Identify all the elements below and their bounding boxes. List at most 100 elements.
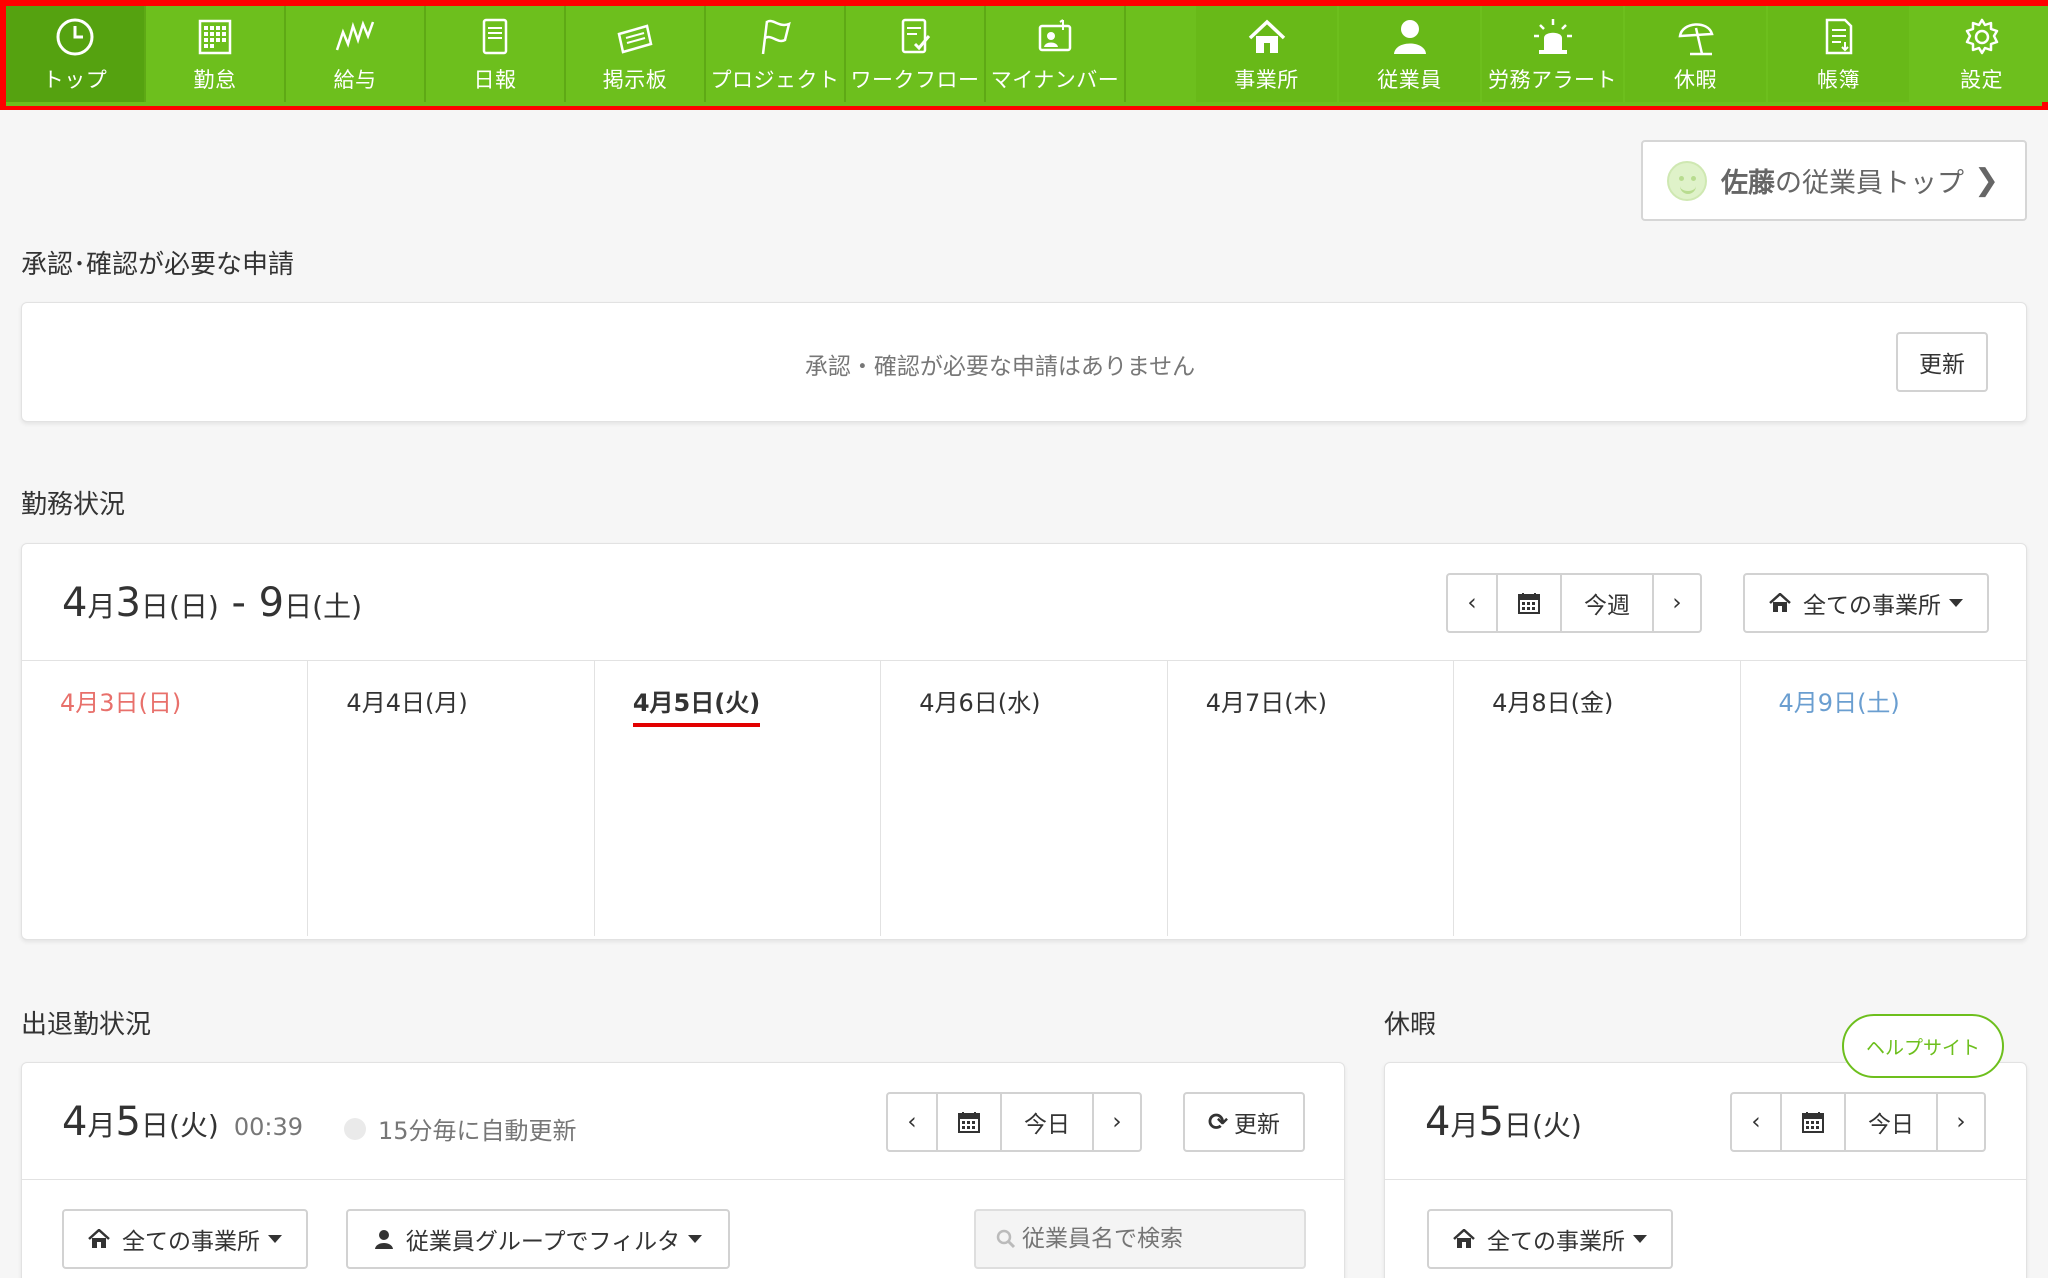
prev-day-button[interactable]: ‹ <box>888 1094 938 1150</box>
day-column[interactable]: 4月9日(土) <box>1741 661 2026 936</box>
caret-down-icon <box>688 1235 703 1243</box>
nav-item-workflow[interactable]: ワークフロー <box>846 6 986 102</box>
work-status-office-dropdown[interactable]: 全ての事業所 <box>1743 573 1989 633</box>
chevron-left-icon: ‹ <box>907 1109 917 1135</box>
id-card-icon <box>1038 19 1072 52</box>
person-icon <box>1393 20 1426 54</box>
day-calendar-button[interactable] <box>938 1094 1002 1150</box>
leave-date-title: 4月5日(火) <box>1425 1099 1582 1145</box>
alarm-light-icon <box>1533 19 1572 54</box>
home-icon <box>1248 19 1285 53</box>
next-day-button[interactable]: › <box>1094 1094 1140 1150</box>
today-button[interactable]: 今日 <box>1002 1094 1094 1150</box>
calendar-icon <box>1518 593 1540 614</box>
attendance-office-dropdown[interactable]: 全ての事業所 <box>62 1209 308 1269</box>
employee-top-label: の従業員トップ <box>1775 168 1964 199</box>
day-column[interactable]: 4月4日(月) <box>308 661 595 936</box>
today-button[interactable]: 今日 <box>1846 1094 1938 1150</box>
nav-item-project[interactable]: プロジェクト <box>706 6 846 102</box>
nav-item-ledger[interactable]: 帳簿 <box>1768 6 1909 102</box>
approval-section-title: 承認･確認が必要な申請 <box>21 250 295 280</box>
prev-day-button[interactable]: ‹ <box>1732 1094 1782 1150</box>
week-range-dash: - <box>218 580 259 626</box>
ledger-icon <box>1825 18 1852 55</box>
help-site-button[interactable]: ヘルプサイト <box>1842 1014 2004 1078</box>
timer-icon <box>344 1117 366 1140</box>
day-header: 4月8日(金) <box>1492 689 1614 717</box>
nav-label: 労務アラート <box>1488 68 1617 92</box>
chevron-right-icon: ❯ <box>1974 163 2000 198</box>
week-range-end-weekday: (土) <box>312 590 362 623</box>
day-header: 4月6日(水) <box>919 689 1041 717</box>
nav-item-attendance[interactable]: 勤怠 <box>146 6 286 102</box>
week-range-day-unit: 日 <box>284 590 313 623</box>
clock-icon <box>56 18 94 56</box>
this-week-button[interactable]: 今週 <box>1562 575 1654 631</box>
week-range-start-weekday: (日) <box>168 590 219 623</box>
day-column[interactable]: 4月5日(火) <box>595 661 882 936</box>
home-icon <box>1769 593 1791 612</box>
nav-label: マイナンバー <box>990 68 1120 92</box>
date-day: 5 <box>115 1099 141 1145</box>
leave-office-dropdown[interactable]: 全ての事業所 <box>1427 1209 1673 1269</box>
approval-refresh-button[interactable]: 更新 <box>1896 332 1988 392</box>
next-day-button[interactable]: › <box>1938 1094 1984 1150</box>
day-column[interactable]: 4月3日(日) <box>22 661 309 936</box>
approval-panel: 承認・確認が必要な申請はありません 更新 <box>21 302 2027 422</box>
employee-name: 佐藤 <box>1721 168 1775 199</box>
date-month: 4 <box>1425 1099 1451 1145</box>
grid-calendar-icon <box>198 19 232 55</box>
nav-item-settings[interactable]: 設定 <box>1911 6 2048 102</box>
primary-nav-group: トップ 勤怠 給与 日報 掲示板 プロジェクト ワークフロー マイナンバー <box>6 6 1126 106</box>
date-day: 5 <box>1478 1099 1504 1145</box>
date-month: 4 <box>62 1099 88 1145</box>
nav-item-board[interactable]: 掲示板 <box>566 6 706 102</box>
nav-item-labor-alert[interactable]: 労務アラート <box>1482 6 1623 102</box>
refresh-label: 更新 <box>1234 1112 1281 1138</box>
prev-week-button[interactable]: ‹ <box>1448 575 1498 631</box>
next-week-button[interactable]: › <box>1654 575 1700 631</box>
office-filter-label: 全ての事業所 <box>1487 1229 1625 1255</box>
leave-day-navigation-group: ‹ 今日 › <box>1730 1092 1986 1152</box>
approval-empty-message: 承認・確認が必要な申請はありません <box>804 354 1196 380</box>
employee-search-input[interactable] <box>1022 1226 1302 1252</box>
day-column[interactable]: 4月8日(金) <box>1454 661 1741 936</box>
nav-label: 設定 <box>1960 68 2003 92</box>
week-calendar-button[interactable] <box>1498 575 1562 631</box>
nav-item-top[interactable]: トップ <box>6 6 146 102</box>
message-board-icon <box>617 24 653 54</box>
week-range-title: 4月3日(日) - 9日(土) <box>62 580 362 626</box>
nav-item-leave[interactable]: 休暇 <box>1625 6 1766 102</box>
date-day-unit: 日 <box>140 1109 169 1142</box>
attendance-refresh-button[interactable]: ⟳ 更新 <box>1183 1092 1305 1152</box>
caret-down-icon <box>1949 599 1963 607</box>
employee-top-button[interactable]: 佐藤 の従業員トップ ❯ <box>1641 140 2027 221</box>
auto-refresh-status: 15分毎に自動更新 <box>344 1111 577 1146</box>
chevron-right-icon: › <box>1672 590 1682 616</box>
office-filter-label: 全ての事業所 <box>122 1229 260 1255</box>
nav-item-my-number[interactable]: マイナンバー <box>986 6 1126 102</box>
home-icon <box>88 1229 110 1248</box>
date-weekday: (火) <box>1531 1109 1582 1142</box>
date-weekday: (火) <box>168 1109 219 1142</box>
gear-icon <box>1965 18 1998 55</box>
employee-group-filter-dropdown[interactable]: 従業員グループでフィルタ <box>346 1209 730 1269</box>
day-calendar-button[interactable] <box>1782 1094 1846 1150</box>
nav-label: 掲示板 <box>602 68 668 92</box>
nav-item-payroll[interactable]: 給与 <box>286 6 426 102</box>
day-column[interactable]: 4月6日(水) <box>881 661 1168 936</box>
nav-item-office[interactable]: 事業所 <box>1196 6 1337 102</box>
nav-label: 事業所 <box>1234 68 1299 92</box>
leave-section-title: 休暇 <box>1384 1010 1437 1040</box>
work-status-section-title: 勤務状況 <box>21 490 126 520</box>
notebook-icon <box>482 18 508 55</box>
nav-label: 帳簿 <box>1817 68 1860 92</box>
nav-item-daily-report[interactable]: 日報 <box>426 6 566 102</box>
nav-item-employee[interactable]: 従業員 <box>1339 6 1480 102</box>
chevron-right-icon: › <box>1112 1109 1122 1135</box>
nav-label: 休暇 <box>1674 68 1717 92</box>
office-filter-label: 全ての事業所 <box>1803 593 1941 619</box>
day-column[interactable]: 4月7日(木) <box>1168 661 1455 936</box>
week-range-month-unit: 月 <box>87 590 116 623</box>
chevron-left-icon: ‹ <box>1467 590 1477 616</box>
